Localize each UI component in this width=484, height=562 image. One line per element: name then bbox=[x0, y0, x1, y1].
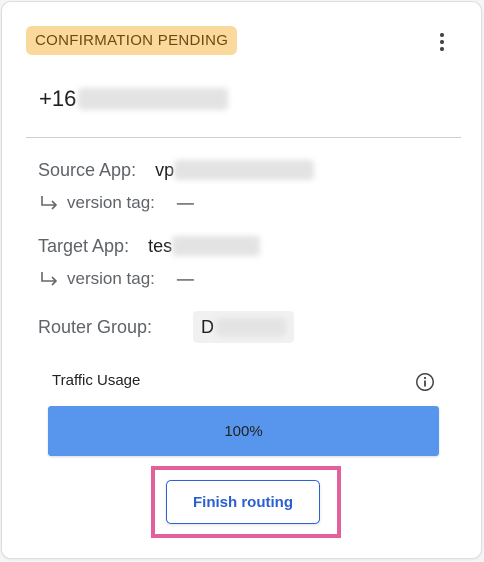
source-app-label: Source App: bbox=[38, 159, 137, 180]
source-version-row: version tag: — bbox=[39, 190, 194, 216]
source-app-value: vp bbox=[155, 159, 175, 180]
divider bbox=[26, 137, 461, 138]
menu-dot bbox=[440, 33, 444, 37]
router-group-label: Router Group: bbox=[38, 316, 153, 337]
target-app-label: Target App: bbox=[38, 235, 130, 256]
traffic-usage-bar: 100% bbox=[48, 406, 439, 456]
target-version-value: — bbox=[176, 269, 194, 288]
source-version-label: version tag: bbox=[67, 193, 155, 212]
target-version-row: version tag: — bbox=[39, 266, 194, 292]
redacted-source-app bbox=[174, 160, 315, 180]
info-icon[interactable] bbox=[415, 372, 435, 392]
phone-number-row: +16 bbox=[39, 84, 229, 114]
redacted-target-app bbox=[172, 236, 261, 256]
target-app-value: tes bbox=[148, 235, 173, 256]
target-version-label: version tag: bbox=[67, 269, 155, 288]
return-arrow-icon bbox=[41, 196, 58, 210]
target-app-row: Target App: tes bbox=[38, 233, 261, 259]
traffic-usage-percent: 100% bbox=[224, 422, 263, 440]
more-options-icon[interactable] bbox=[428, 30, 456, 54]
status-badge: CONFIRMATION PENDING bbox=[26, 26, 238, 55]
phone-number: +16 bbox=[39, 86, 77, 111]
traffic-usage-label: Traffic Usage bbox=[52, 372, 141, 389]
menu-dot bbox=[440, 47, 444, 51]
redacted-phone bbox=[78, 88, 229, 110]
menu-dot bbox=[440, 40, 444, 44]
routing-card: CONFIRMATION PENDING +16 Source App: vp … bbox=[1, 1, 482, 559]
router-group-row: Router Group: bbox=[38, 314, 152, 340]
source-app-row: Source App: vp bbox=[38, 157, 315, 183]
source-version-value: — bbox=[176, 193, 194, 212]
router-group-value: D bbox=[201, 316, 214, 337]
finish-routing-button[interactable]: Finish routing bbox=[166, 480, 320, 524]
return-arrow-icon bbox=[41, 272, 58, 286]
redacted-router-group bbox=[216, 318, 286, 336]
router-group-chip: D bbox=[193, 311, 294, 343]
